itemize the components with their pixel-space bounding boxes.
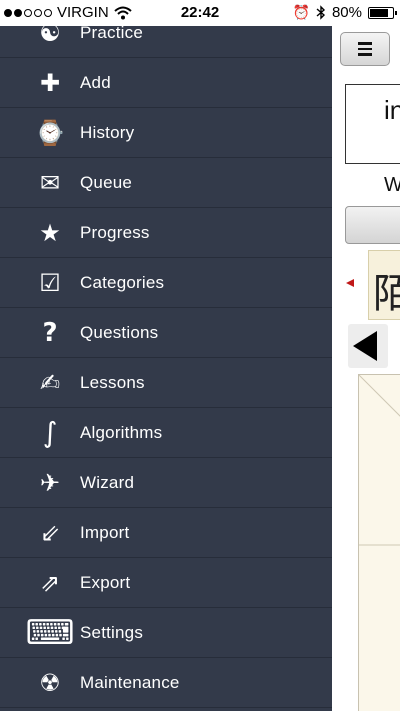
menu-item-add[interactable]: ✚ Add: [0, 58, 332, 108]
prompt-text: in: [384, 95, 400, 125]
menu-item-label: Questions: [80, 322, 159, 342]
menu-item-settings[interactable]: ⌨ Settings: [0, 608, 332, 658]
pen-icon: ✍: [39, 368, 61, 397]
menu-item-history[interactable]: ⌚ History: [0, 108, 332, 158]
pad-guides: [359, 375, 400, 546]
menu-toggle-button[interactable]: [340, 32, 390, 66]
menu-item-label: Categories: [80, 272, 165, 292]
menu-item-label: Import: [80, 522, 130, 542]
checkbox-icon: ☑: [39, 268, 61, 297]
menu-item-import[interactable]: ⇙ Import: [0, 508, 332, 558]
arrow-left-icon: [353, 331, 377, 361]
character-card[interactable]: 陌: [368, 250, 400, 320]
radiation-icon: ☢: [39, 668, 61, 697]
menu-item-label: Maintenance: [80, 672, 180, 692]
plus-icon: ✚: [39, 68, 61, 97]
integral-icon: ∫: [42, 416, 58, 449]
menu-item-label: Wizard: [80, 472, 135, 492]
battery-percent: 80%: [331, 4, 362, 21]
yin-yang-icon: ☯: [39, 26, 61, 47]
bluetooth-icon: [316, 5, 325, 20]
sub-label: W: [384, 174, 400, 196]
menu-item-label: Lessons: [80, 372, 145, 392]
menu-item-practice[interactable]: ☯ Practice: [0, 26, 332, 58]
action-button[interactable]: [345, 206, 400, 244]
menu-item-progress[interactable]: ★ Progress: [0, 208, 332, 258]
airplane-icon: ✈: [39, 468, 61, 497]
envelope-icon: ✉: [39, 168, 61, 197]
menu-item-maintenance[interactable]: ☢ Maintenance: [0, 658, 332, 708]
side-menu: ☯ Practice ✚ Add ⌚ History ✉ Queue ★ Progress ☑ Cat…: [0, 26, 332, 711]
star-icon: ★: [39, 218, 61, 247]
menu-item-queue[interactable]: ✉ Queue: [0, 158, 332, 208]
arrow-down-left-icon: ⇙: [39, 518, 61, 547]
menu-item-label: History: [80, 122, 135, 142]
menu-item-wizard[interactable]: ✈ Wizard: [0, 458, 332, 508]
previous-button[interactable]: [348, 324, 388, 368]
menu-item-categories[interactable]: ☑ Categories: [0, 258, 332, 308]
arrow-up-right-icon: ⇗: [39, 568, 61, 597]
watch-icon: ⌚: [35, 118, 65, 147]
menu-item-questions[interactable]: ? Questions: [0, 308, 332, 358]
alarm-icon: ⏰: [292, 4, 310, 20]
status-bar: VIRGIN 22:42 ⏰ 80%: [0, 0, 400, 26]
battery-icon: [368, 6, 397, 19]
menu-item-algorithms[interactable]: ∫ Algorithms: [0, 408, 332, 458]
menu-item-label: Queue: [80, 172, 133, 192]
prompt-box: in: [345, 84, 400, 164]
menu-item-export[interactable]: ⇗ Export: [0, 558, 332, 608]
menu-item-label: Export: [80, 572, 131, 592]
menu-item-label: Settings: [80, 622, 144, 642]
keyboard-icon: ⌨: [25, 612, 75, 653]
character-glyph: 陌: [373, 271, 400, 317]
menu-item-label: Add: [80, 72, 111, 92]
writing-pad[interactable]: [358, 374, 400, 711]
menu-item-label: Progress: [80, 222, 150, 242]
menu-item-lessons[interactable]: ✍ Lessons: [0, 358, 332, 408]
pointer-marker-icon: [346, 279, 354, 287]
menu-item-label: Algorithms: [80, 422, 163, 442]
main-content: in W 陌: [332, 26, 400, 711]
menu-item-label: Practice: [80, 26, 144, 42]
question-icon: ?: [42, 317, 58, 348]
